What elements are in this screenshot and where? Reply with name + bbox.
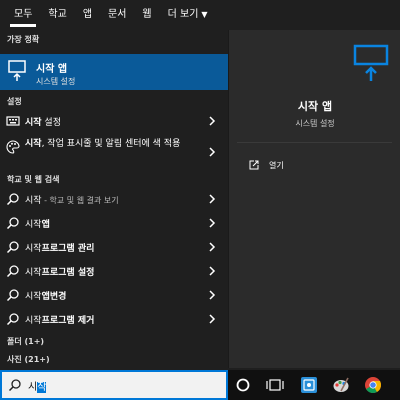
settings-header: 설정 xyxy=(7,97,22,106)
tab-label: 학교 xyxy=(48,9,67,20)
web-result-label: 시작 - 학교 및 웹 결과 보기 xyxy=(25,196,119,206)
tab-label: 더 보기 xyxy=(167,9,199,20)
open-label: 열기 xyxy=(269,161,284,170)
settings-item-color[interactable]: 시작, 작업 표시줄 및 알림 센터에 색 적용 xyxy=(0,136,228,168)
web-result-label: 시작앱 xyxy=(25,220,50,230)
chevron-right-icon xyxy=(209,218,216,228)
tab-apps[interactable]: 앱 xyxy=(75,0,100,30)
web-result-item[interactable]: 시작프로그램 설정 xyxy=(0,260,228,283)
open-external-icon xyxy=(249,160,259,170)
chevron-right-icon xyxy=(209,266,216,276)
chevron-right-icon xyxy=(209,116,216,126)
folders-header[interactable]: 폴더 (1+) xyxy=(7,336,44,347)
tab-web[interactable]: 웹 xyxy=(134,0,159,30)
web-result-label: 시작앱변경 xyxy=(25,292,67,302)
preview-title: 시작 앱 xyxy=(297,100,333,113)
search-icon xyxy=(6,193,19,206)
web-result-item[interactable]: 시작프로그램 관리 xyxy=(0,236,228,259)
search-icon xyxy=(6,217,19,230)
settings-item-start[interactable]: 시작 설정 xyxy=(0,110,228,133)
taskbar xyxy=(228,370,400,400)
search-input[interactable]: 시작 xyxy=(0,370,228,400)
photos-header[interactable]: 사진 (21+) xyxy=(7,354,50,365)
web-result-item[interactable]: 시작프로그램 제거 xyxy=(0,308,228,331)
keyboard-settings-icon xyxy=(6,116,20,126)
web-result-label: 시작프로그램 설정 xyxy=(25,268,95,278)
search-icon xyxy=(6,289,19,302)
settings-item-label: 시작 설정 xyxy=(25,118,61,128)
chevron-right-icon xyxy=(209,290,216,300)
tab-label: 앱 xyxy=(82,9,93,20)
task-view-icon[interactable] xyxy=(266,376,284,394)
paint-icon[interactable] xyxy=(332,376,350,394)
web-result-item[interactable]: 시작앱변경 xyxy=(0,284,228,307)
tab-more[interactable]: 더 보기 ▼ xyxy=(160,0,216,30)
search-icon xyxy=(6,265,19,278)
monitor-arrow-icon xyxy=(353,44,389,81)
chevron-right-icon xyxy=(209,242,216,252)
best-match-header: 가장 정확 xyxy=(7,35,40,44)
best-match-subtitle: 시스템 설정 xyxy=(36,77,76,86)
monitor-arrow-icon xyxy=(8,60,26,81)
best-match-item[interactable]: 시작 앱 시스템 설정 xyxy=(0,54,228,90)
chevron-right-icon xyxy=(209,314,216,324)
tab-school[interactable]: 학교 xyxy=(40,0,74,30)
preview-subtitle: 시스템 설정 xyxy=(295,119,335,128)
search-icon xyxy=(6,241,19,254)
web-result-label: 시작프로그램 관리 xyxy=(25,244,95,254)
chevron-right-icon xyxy=(209,147,216,157)
tab-all[interactable]: 모두 xyxy=(6,0,40,30)
web-search-header: 학교 및 웹 검색 xyxy=(7,175,60,184)
palette-icon xyxy=(6,140,20,154)
web-result-label: 시작프로그램 제거 xyxy=(25,316,95,326)
tab-label: 웹 xyxy=(142,9,152,20)
web-result-item[interactable]: 시작앱 xyxy=(0,212,228,235)
search-query: 시작 xyxy=(28,382,47,393)
tab-documents[interactable]: 문서 xyxy=(100,0,134,30)
cortana-icon[interactable] xyxy=(234,376,252,394)
web-result-item[interactable]: 시작 - 학교 및 웹 결과 보기 xyxy=(0,188,228,211)
search-filter-tabs: 모두 학교 앱 문서 웹 더 보기 ▼ xyxy=(0,0,400,30)
settings-item-label: 시작, 작업 표시줄 및 알림 센터에 색 적용 xyxy=(25,139,181,149)
chrome-icon[interactable] xyxy=(364,376,382,394)
app-icon[interactable] xyxy=(300,376,318,394)
results-panel: 가장 정확 시작 앱 시스템 설정 설정 시작 설정 시작, 작업 표시줄 및 … xyxy=(0,30,228,368)
preview-divider xyxy=(237,142,392,143)
tab-label: 문서 xyxy=(108,9,127,20)
preview-panel: 시작 앱 시스템 설정 열기 xyxy=(228,30,400,368)
chevron-right-icon xyxy=(209,194,216,204)
search-icon xyxy=(8,379,21,392)
tab-label: 모두 xyxy=(14,9,33,20)
caret-down-icon: ▼ xyxy=(201,10,208,19)
best-match-title: 시작 앱 xyxy=(36,64,68,75)
search-icon xyxy=(6,313,19,326)
